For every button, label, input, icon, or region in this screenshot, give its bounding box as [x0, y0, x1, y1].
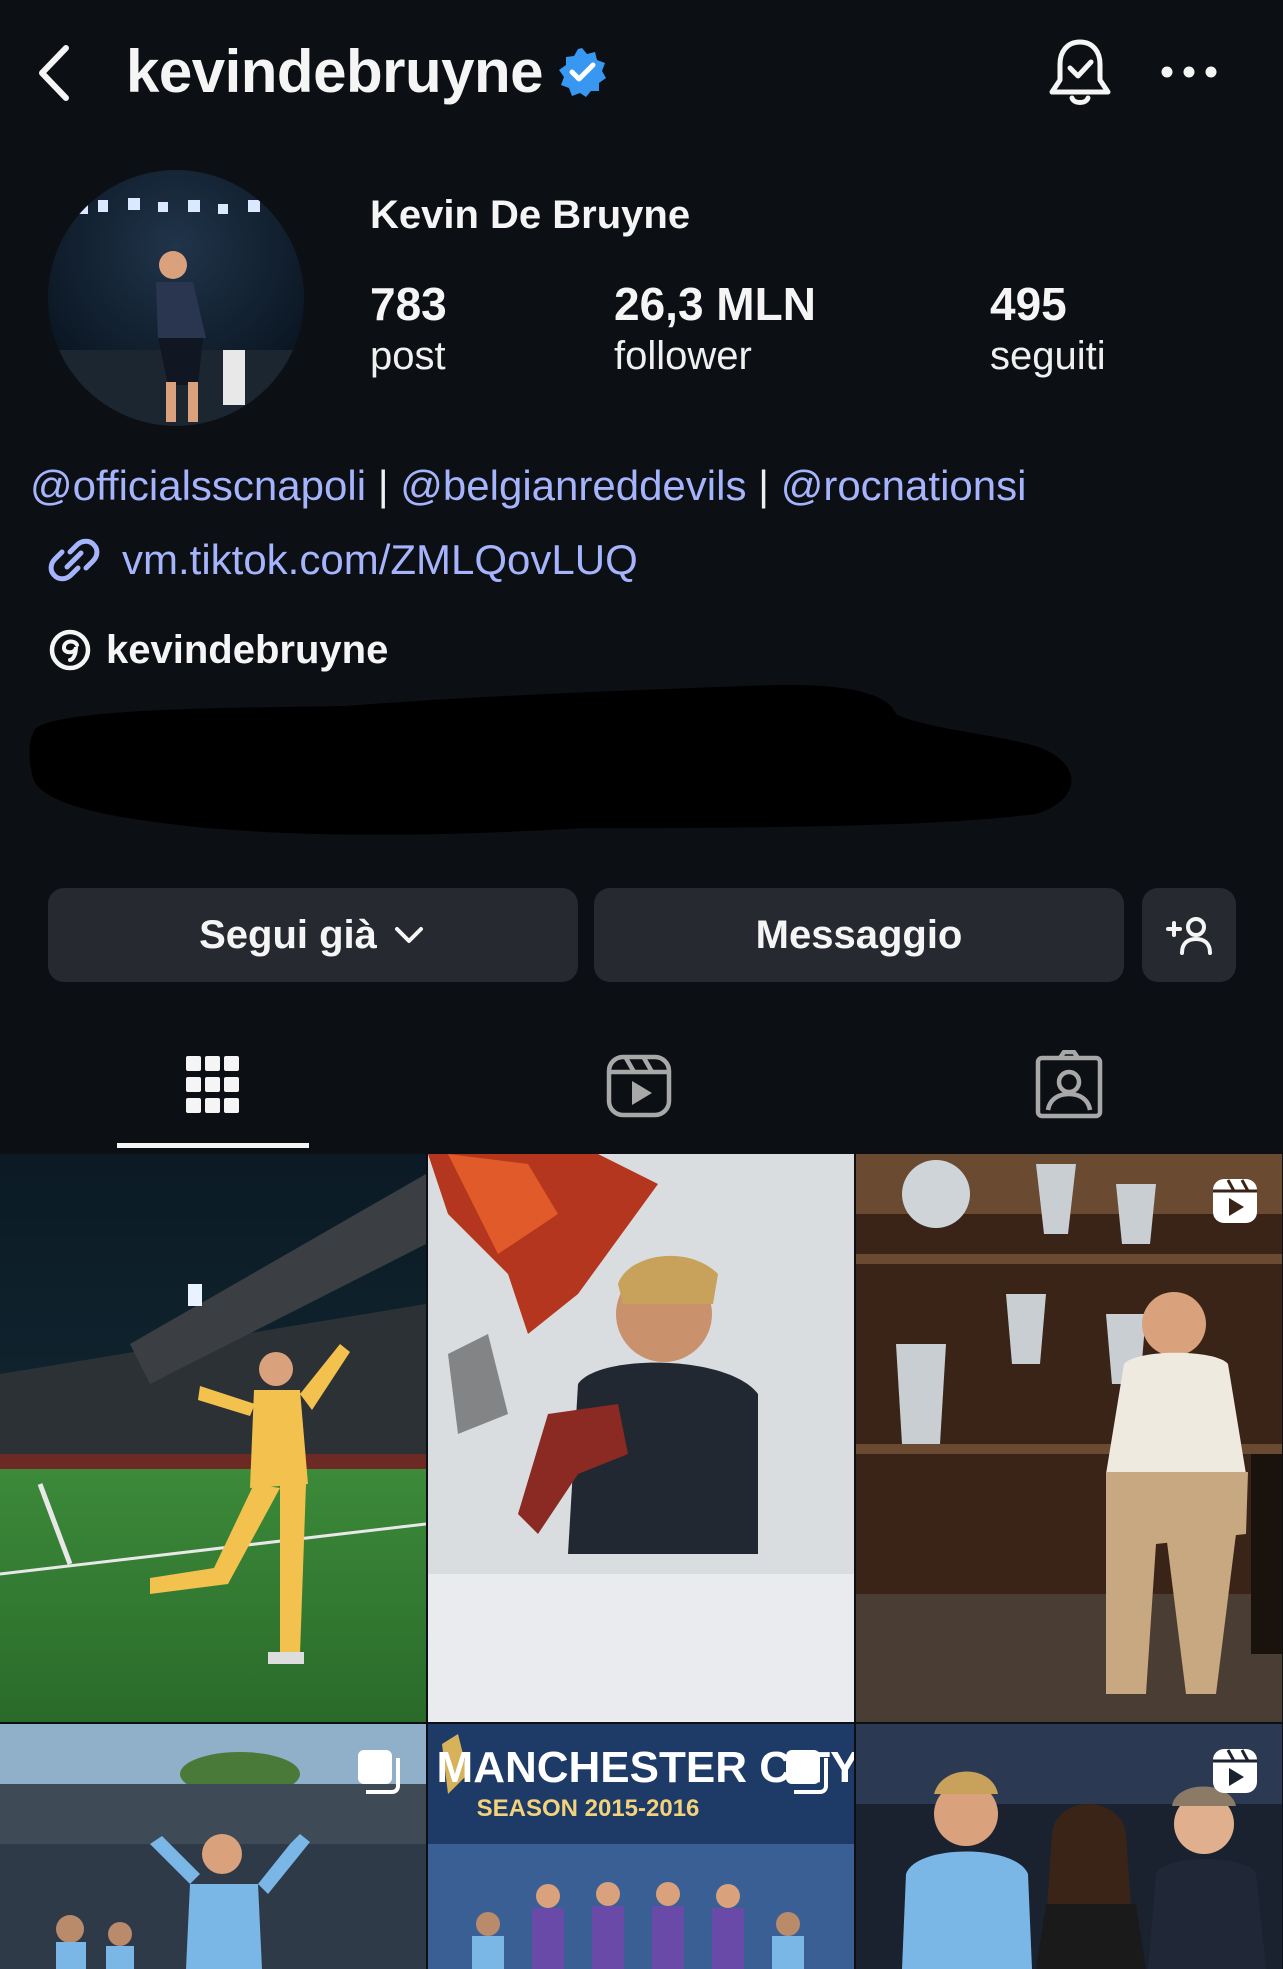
tab-tagged[interactable] — [1024, 1040, 1114, 1130]
overlay-subtitle: SEASON 2015-2016 — [477, 1795, 700, 1822]
reels-icon — [606, 1054, 672, 1118]
redacted-bio-text — [26, 678, 1176, 840]
more-options-button[interactable] — [1156, 52, 1222, 92]
tab-posts-grid[interactable] — [168, 1040, 258, 1130]
following-button[interactable]: Segui già — [48, 888, 578, 982]
stat-posts[interactable]: 783 post — [370, 276, 447, 380]
stat-label: seguiti — [990, 334, 1106, 378]
mention-separator: | — [746, 462, 781, 509]
reel-icon — [1213, 1749, 1257, 1793]
chevron-down-icon — [394, 927, 423, 943]
message-label: Messaggio — [755, 912, 963, 957]
stat-value: 26,3 MLN — [614, 278, 816, 330]
more-options-icon — [1161, 66, 1217, 78]
message-button[interactable]: Messaggio — [594, 888, 1124, 982]
profile-avatar[interactable] — [48, 170, 304, 426]
stat-followers[interactable]: 26,3 MLN follower — [614, 276, 816, 380]
stat-value: 495 — [990, 278, 1067, 330]
stat-value: 783 — [370, 278, 447, 330]
mention-link[interactable]: @rocnationsi — [781, 462, 1027, 509]
notification-bell-button[interactable] — [1040, 32, 1120, 112]
grid-post[interactable] — [428, 1154, 854, 1722]
mention-link[interactable]: @belgianreddevils — [400, 462, 746, 509]
stat-label: follower — [614, 334, 752, 378]
tab-reels[interactable] — [594, 1040, 684, 1130]
grid-post[interactable]: MANCHESTER CITY SEASON 2015-2016 — [428, 1724, 854, 1969]
notification-bell-icon — [1049, 39, 1111, 105]
mention-separator: | — [366, 462, 401, 509]
add-user-icon — [1166, 917, 1212, 955]
stat-following[interactable]: 495 seguiti — [990, 276, 1106, 380]
tagged-icon — [1035, 1050, 1103, 1119]
website-url: vm.tiktok.com/ZMLQovLUQ — [122, 536, 638, 583]
grid-post[interactable] — [0, 1154, 426, 1722]
grid-post[interactable] — [0, 1724, 426, 1969]
link-icon — [48, 538, 100, 582]
threads-badge[interactable]: kevindebruyne — [48, 620, 388, 680]
back-button[interactable] — [30, 38, 80, 108]
mention-link[interactable]: @officialsscnapoli — [30, 462, 366, 509]
profile-username: kevindebruyne — [126, 38, 544, 105]
grid-post[interactable] — [856, 1724, 1282, 1969]
carousel-icon — [358, 1750, 400, 1794]
stat-label: post — [370, 334, 446, 378]
grid-post[interactable] — [856, 1154, 1282, 1722]
carousel-icon — [786, 1750, 828, 1794]
suggested-users-button[interactable] — [1142, 888, 1236, 982]
bio-mentions: @officialsscnapoli | @belgianreddevils |… — [30, 458, 1026, 514]
reel-icon — [1213, 1179, 1257, 1223]
active-tab-indicator — [117, 1143, 309, 1148]
following-label: Segui già — [199, 912, 377, 957]
profile-full-name: Kevin De Bruyne — [370, 193, 691, 237]
grid-icon — [186, 1056, 239, 1113]
threads-handle: kevindebruyne — [106, 627, 389, 672]
back-arrow-icon — [39, 45, 69, 101]
threads-icon — [49, 629, 91, 671]
bio-website-link[interactable]: vm.tiktok.com/ZMLQovLUQ — [46, 530, 638, 590]
verified-badge-icon — [556, 46, 608, 98]
